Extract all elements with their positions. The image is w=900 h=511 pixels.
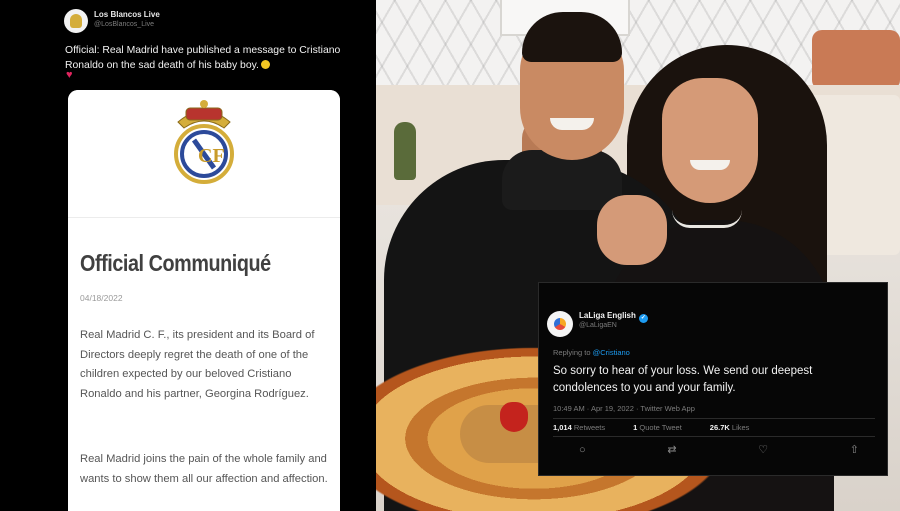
account-name[interactable]: Los Blancos Live <box>94 10 160 19</box>
likes-stat[interactable]: 26.7K Likes <box>710 423 750 432</box>
replying-label: Replying to <box>553 348 591 357</box>
strawberry <box>500 402 528 432</box>
svg-text:CF: CF <box>198 145 225 167</box>
man-smile <box>550 118 594 130</box>
share-icon[interactable]: ⇧ <box>850 443 859 457</box>
laliga-logo-icon <box>554 318 566 330</box>
divider <box>553 436 875 437</box>
tweet-text: So sorry to hear of your loss. We send o… <box>553 365 813 394</box>
account-handle[interactable]: @LosBlancos_Live <box>94 21 154 28</box>
replying-to-link[interactable]: @Cristiano <box>593 348 630 357</box>
woman-hand <box>597 195 667 265</box>
tweet-actions: ○ ⇄ ♡ ⇧ <box>579 443 859 457</box>
laliga-tweet[interactable]: LaLiga English ✓ @LaLigaEN Replying to @C… <box>538 282 888 476</box>
los-blancos-tweet[interactable]: Los Blancos Live @LosBlancos_Live Offici… <box>0 0 376 511</box>
woman-smile <box>690 160 730 170</box>
account-avatar[interactable] <box>547 311 573 337</box>
heart-icon: ♥ <box>66 69 73 81</box>
communique-card[interactable]: CF Official Communiqué 04/18/2022 Real M… <box>68 90 340 511</box>
plant <box>394 122 416 180</box>
emoji-icon <box>260 60 270 69</box>
communique-title: Official Communiqué <box>80 250 271 276</box>
tweet-stats: 1,014 Retweets 1 Quote Tweet 26.7K Likes <box>553 423 749 432</box>
communique-paragraph: Real Madrid C. F., its president and its… <box>80 329 315 400</box>
communique-paragraph: Real Madrid joins the pain of the whole … <box>80 453 328 485</box>
account-handle[interactable]: @LaLigaEN <box>579 322 617 329</box>
account-name[interactable]: LaLiga English <box>579 311 636 320</box>
woman-face <box>662 78 758 203</box>
tweet-timestamp[interactable]: 10:49 AM · Apr 19, 2022 · Twitter Web Ap… <box>553 404 695 413</box>
tweet-text: Official: Real Madrid have published a m… <box>65 43 355 73</box>
replying-to: Replying to @Cristiano <box>553 348 630 357</box>
avatar-logo-icon <box>70 14 82 28</box>
divider <box>553 418 875 419</box>
like-icon[interactable]: ♡ <box>758 443 768 457</box>
retweets-stat[interactable]: 1,014 Retweets <box>553 423 605 432</box>
necklace <box>672 210 742 228</box>
real-madrid-crest-icon: CF <box>174 100 234 184</box>
account-avatar[interactable] <box>64 9 88 33</box>
tweet-body: Official: Real Madrid have published a m… <box>65 45 341 71</box>
communique-date: 04/18/2022 <box>80 293 123 303</box>
quotes-stat[interactable]: 1 Quote Tweet <box>633 423 682 432</box>
verified-icon: ✓ <box>638 314 648 323</box>
pillow <box>812 30 900 90</box>
reply-icon[interactable]: ○ <box>579 443 586 457</box>
retweet-icon[interactable]: ⇄ <box>667 443 676 457</box>
card-header: CF <box>68 90 340 218</box>
